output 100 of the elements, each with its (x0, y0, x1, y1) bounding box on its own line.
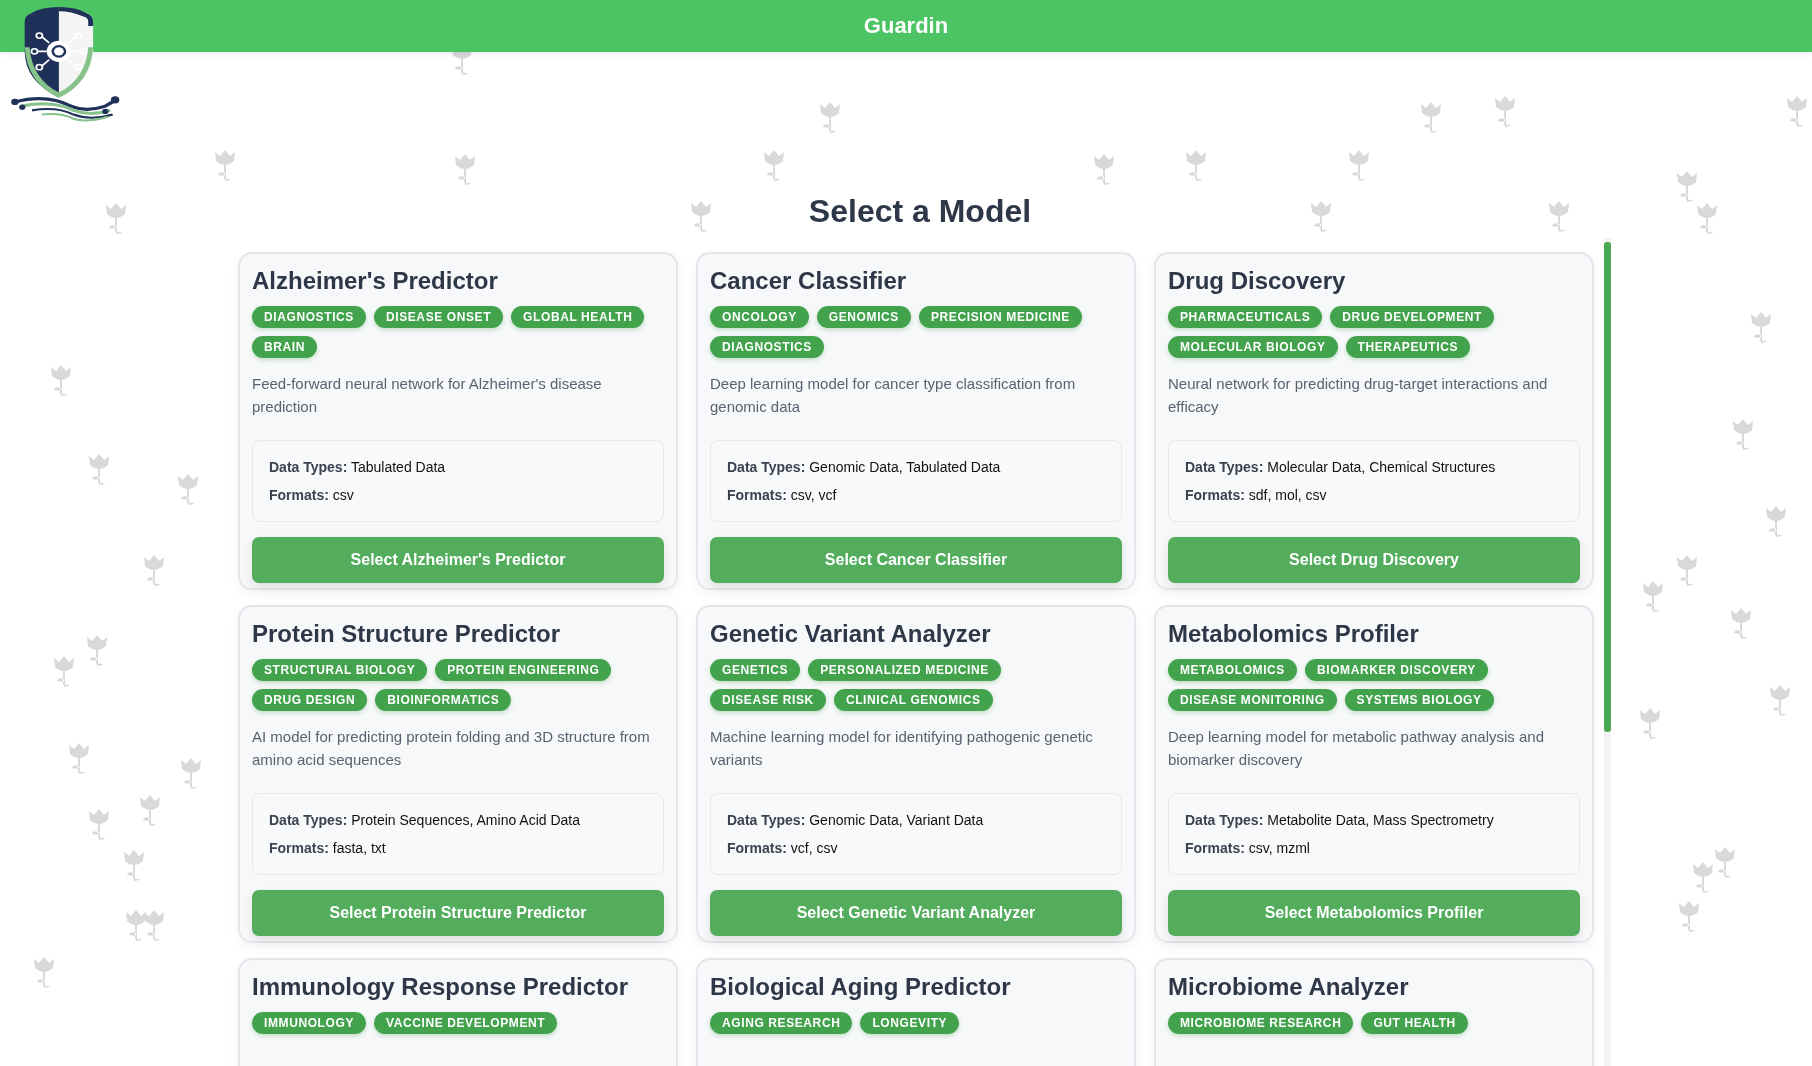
flower-icon (178, 757, 204, 791)
flower-icon (1674, 170, 1700, 204)
flower-icon (1308, 200, 1334, 234)
model-title: Cancer Classifier (710, 266, 908, 296)
scrollbar-thumb[interactable] (1604, 242, 1611, 732)
tag: CLINICAL GENOMICS (833, 689, 993, 711)
model-title: Metabolomics Profiler (1168, 619, 1420, 649)
formats-text: Formats: csv (269, 486, 355, 504)
tag: SYSTEMS BIOLOGY (1344, 689, 1494, 711)
flower-icon (1674, 554, 1700, 588)
flower-icon (1730, 418, 1756, 452)
select-model-button[interactable]: Select Genetic Variant Analyzer (710, 890, 1122, 936)
tag: THERAPEUTICS (1345, 336, 1471, 358)
tag: BIOMARKER DISCOVERY (1305, 659, 1488, 681)
model-title: Genetic Variant Analyzer (710, 619, 992, 649)
flower-icon (1091, 153, 1117, 187)
flower-icon (1183, 149, 1209, 183)
tag: AGING RESEARCH (710, 1012, 853, 1034)
flower-icon (1640, 580, 1666, 614)
flower-icon (1492, 95, 1518, 129)
data-types-text: Data Types: Tabulated Data (269, 458, 447, 476)
tag: ONCOLOGY (710, 306, 809, 328)
flower-icon (688, 200, 714, 234)
tag: DRUG DEVELOPMENT (1330, 306, 1494, 328)
tag: IMMUNOLOGY (252, 1012, 366, 1034)
model-description: Deep learning model for metabolic pathway analysis and biomarker discovery (1168, 727, 1546, 770)
tag: GENETICS (710, 659, 801, 681)
tag: PHARMACEUTICALS (1168, 306, 1323, 328)
select-model-button[interactable]: Select Protein Structure Predictor (252, 890, 664, 936)
flower-icon (141, 909, 167, 943)
data-types-text: Data Types: Protein Sequences, Amino Acid Data (269, 811, 582, 829)
tag: DRUG DESIGN (252, 689, 368, 711)
shield-logo-icon (10, 5, 120, 123)
flower-icon (1712, 846, 1738, 880)
model-description: AI model for predicting protein folding and 3D structure from amino acid sequences (252, 727, 651, 770)
tag: VACCINE DEVELOPMENT (374, 1012, 558, 1034)
flower-icon (51, 655, 77, 689)
model-description: Deep learning model for cancer type classification from genomic data (710, 374, 1077, 417)
flower-icon (452, 153, 478, 187)
flower-icon (84, 634, 110, 668)
flower-icon (1418, 101, 1444, 135)
flower-icon (1546, 200, 1572, 234)
tag: DISEASE MONITORING (1168, 689, 1337, 711)
flower-icon (1748, 311, 1774, 345)
flower-icon (1767, 684, 1793, 718)
formats-text: Formats: fasta, txt (269, 839, 387, 857)
data-types-text: Data Types: Genomic Data, Tabulated Data (727, 458, 1002, 476)
tag: PERSONALIZED MEDICINE (808, 659, 1001, 681)
flower-icon (1690, 861, 1716, 895)
select-model-button[interactable]: Select Cancer Classifier (710, 537, 1122, 583)
select-model-button[interactable]: Select Metabolomics Profiler (1168, 890, 1580, 936)
data-types-text: Data Types: Metabolite Data, Mass Spectrometry (1185, 811, 1495, 829)
tag: DISEASE RISK (710, 689, 826, 711)
flower-icon (137, 794, 163, 828)
flower-icon (66, 742, 92, 776)
tag: PROTEIN ENGINEERING (435, 659, 612, 681)
tag: MICROBIOME RESEARCH (1168, 1012, 1354, 1034)
flower-icon (1637, 707, 1663, 741)
select-model-button[interactable]: Select Drug Discovery (1168, 537, 1580, 583)
flower-icon (1346, 149, 1372, 183)
flower-icon (103, 202, 129, 236)
model-description: Neural network for predicting drug-target interactions and efficacy (1168, 374, 1549, 417)
data-types-text: Data Types: Genomic Data, Variant Data (727, 811, 985, 829)
tag: GENOMICS (816, 306, 911, 328)
tag: BIOINFORMATICS (375, 689, 512, 711)
flower-icon (86, 453, 112, 487)
flower-icon (1676, 900, 1702, 934)
flower-icon (761, 149, 787, 183)
select-model-button[interactable]: Select Alzheimer's Predictor (252, 537, 664, 583)
model-description: Machine learning model for identifying pathogenic genetic variants (710, 727, 1094, 770)
formats-text: Formats: csv, mzml (1185, 839, 1311, 857)
model-description: Feed-forward neural network for Alzheimer's disease prediction (252, 374, 603, 417)
flower-icon (817, 101, 843, 135)
model-title: Protein Structure Predictor (252, 619, 562, 649)
flower-icon (1694, 202, 1720, 236)
model-title: Drug Discovery (1168, 266, 1347, 296)
flower-icon (31, 956, 57, 990)
flower-icon (1763, 505, 1789, 539)
tag: DIAGNOSTICS (252, 306, 366, 328)
flower-icon (1784, 95, 1810, 129)
tag: GLOBAL HEALTH (511, 306, 645, 328)
formats-text: Formats: csv, vcf (727, 486, 838, 504)
model-title: Immunology Response Predictor (252, 972, 630, 1002)
flower-icon (48, 364, 74, 398)
tag: STRUCTURAL BIOLOGY (252, 659, 428, 681)
data-types-text: Data Types: Molecular Data, Chemical Structures (1185, 458, 1497, 476)
tag: GUT HEALTH (1361, 1012, 1468, 1034)
model-title: Biological Aging Predictor (710, 972, 1012, 1002)
tag: PRECISION MEDICINE (918, 306, 1082, 328)
model-title: Microbiome Analyzer (1168, 972, 1410, 1002)
tag: DISEASE ONSET (373, 306, 504, 328)
formats-text: Formats: sdf, mol, csv (1185, 486, 1328, 504)
tag: DIAGNOSTICS (710, 336, 824, 358)
tag: MOLECULAR BIOLOGY (1168, 336, 1338, 358)
flower-icon (175, 473, 201, 507)
flower-icon (141, 554, 167, 588)
model-title: Alzheimer's Predictor (252, 266, 499, 296)
flower-icon (121, 849, 147, 883)
flower-icon (86, 808, 112, 842)
tag: LONGEVITY (860, 1012, 960, 1034)
